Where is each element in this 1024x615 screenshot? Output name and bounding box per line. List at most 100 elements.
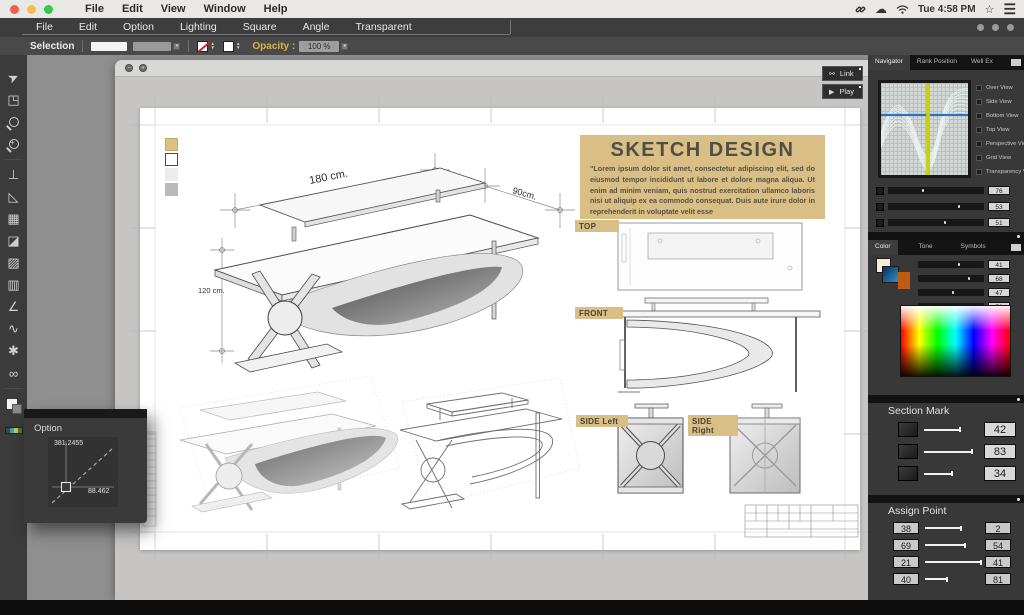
marquee-tool[interactable]: ▦ bbox=[0, 208, 27, 230]
opacity-input[interactable]: 100 % bbox=[299, 41, 339, 52]
checkbox[interactable] bbox=[976, 127, 982, 133]
appmenu-transparent[interactable]: Transparent bbox=[355, 21, 411, 33]
minimize-window-button[interactable] bbox=[27, 5, 36, 14]
play-button[interactable]: ▶ Play bbox=[822, 84, 863, 99]
top-view-drawing[interactable] bbox=[618, 223, 802, 290]
angle-tool[interactable]: ∠ bbox=[0, 296, 27, 318]
slider-line[interactable] bbox=[924, 429, 960, 431]
assign-left-value[interactable]: 69 bbox=[893, 539, 919, 551]
slider-track[interactable] bbox=[888, 219, 984, 226]
view-option-top[interactable]: Top View bbox=[976, 127, 1009, 133]
view-option-perspective[interactable]: Perspective View bbox=[976, 141, 1024, 147]
mark-value[interactable]: 34 bbox=[984, 466, 1016, 481]
link-icon[interactable] bbox=[855, 4, 866, 15]
mark-chip[interactable] bbox=[898, 466, 918, 481]
option-measure-box[interactable] bbox=[48, 437, 118, 507]
stroke-none-swatch[interactable] bbox=[197, 41, 208, 52]
zoom-tool[interactable] bbox=[0, 111, 27, 133]
slider-line[interactable] bbox=[924, 451, 972, 453]
appmenu-lighting[interactable]: Lighting bbox=[180, 21, 217, 33]
checkbox[interactable] bbox=[976, 113, 982, 119]
style-field[interactable] bbox=[91, 42, 127, 51]
sketch-design-text-block[interactable]: SKETCH DESIGN "Lorem ipsum dolor sit ame… bbox=[580, 135, 825, 219]
doc-zoom-out-button[interactable]: − bbox=[125, 64, 133, 72]
zoom-window-button[interactable] bbox=[44, 5, 53, 14]
perspective-drawing[interactable]: 180 cm. 45cm. 90cm. 120 cm. bbox=[198, 153, 575, 372]
artboard-page[interactable]: 180 cm. 45cm. 90cm. 120 cm. bbox=[140, 108, 860, 550]
slider-track[interactable] bbox=[918, 289, 984, 296]
assign-left-value[interactable]: 40 bbox=[893, 573, 919, 585]
mark-value[interactable]: 83 bbox=[984, 444, 1016, 459]
columns-tool[interactable]: ▥ bbox=[0, 274, 27, 296]
document-header[interactable]: − + bbox=[115, 60, 868, 77]
opacity-dropdown-icon[interactable]: ▾ bbox=[341, 43, 348, 50]
tab-tone[interactable]: Tone bbox=[912, 240, 940, 255]
pattern-tool[interactable]: ▨ bbox=[0, 252, 27, 274]
fill-stroke-swatches[interactable] bbox=[0, 393, 27, 419]
checkbox[interactable] bbox=[976, 85, 982, 91]
assign-right-value[interactable]: 81 bbox=[985, 573, 1011, 585]
slider-track[interactable] bbox=[888, 187, 984, 194]
anchor-tool[interactable]: ⊥ bbox=[0, 164, 27, 186]
color-spectrum-picker[interactable] bbox=[900, 305, 1011, 377]
menu-help[interactable]: Help bbox=[264, 3, 288, 15]
appmenu-square[interactable]: Square bbox=[243, 21, 277, 33]
slider-line[interactable] bbox=[925, 527, 961, 529]
view-option-side[interactable]: Side View bbox=[976, 99, 1012, 105]
tab-rank-position[interactable]: Rank Position bbox=[910, 55, 964, 70]
assign-left-value[interactable]: 38 bbox=[893, 522, 919, 534]
tab-color[interactable]: Color bbox=[868, 240, 898, 255]
menu-window[interactable]: Window bbox=[204, 3, 246, 15]
slider-line[interactable] bbox=[925, 578, 947, 580]
slider-value[interactable]: 53 bbox=[988, 202, 1010, 211]
doc-zoom-in-button[interactable]: + bbox=[139, 64, 147, 72]
tab-well-ex[interactable]: Well Ex bbox=[964, 55, 1000, 70]
fill-swatch[interactable] bbox=[223, 41, 234, 52]
color-swatches[interactable] bbox=[876, 258, 916, 304]
slider-track[interactable] bbox=[888, 203, 984, 210]
link-button[interactable]: ⚯ Link bbox=[822, 66, 863, 81]
zoom-area-tool[interactable] bbox=[0, 133, 27, 155]
wave-tool[interactable]: ∿ bbox=[0, 318, 27, 340]
shapes-tool[interactable]: ◳ bbox=[0, 89, 27, 111]
wifi-icon[interactable] bbox=[896, 5, 909, 14]
transform-tool[interactable]: ◪ bbox=[0, 230, 27, 252]
wireframe-sketch-drawing[interactable] bbox=[400, 378, 580, 509]
color-strip[interactable] bbox=[0, 419, 27, 441]
variant-dropdown-icon[interactable]: ▾ bbox=[173, 43, 180, 50]
menu-file[interactable]: File bbox=[85, 3, 104, 15]
option-popup[interactable]: Option 381.2455 88.462 bbox=[24, 409, 147, 523]
slider-track[interactable] bbox=[918, 275, 984, 282]
fill-stepper[interactable]: ▲▼ bbox=[236, 42, 240, 50]
tab-symbols[interactable]: Symbols bbox=[954, 240, 993, 255]
view-option-bottom[interactable]: Bottom View bbox=[976, 113, 1018, 119]
star-icon[interactable]: ☆ bbox=[985, 3, 995, 16]
close-window-button[interactable] bbox=[10, 5, 19, 14]
slider-chip[interactable] bbox=[876, 187, 884, 195]
mark-chip[interactable] bbox=[898, 422, 918, 437]
accent-color-swatch[interactable] bbox=[898, 272, 910, 289]
slider-value[interactable]: 47 bbox=[988, 288, 1010, 297]
assign-left-value[interactable]: 21 bbox=[893, 556, 919, 568]
slider-line[interactable] bbox=[925, 544, 965, 546]
view-option-transparency[interactable]: Transparency View bbox=[976, 169, 1024, 175]
appmenu-angle[interactable]: Angle bbox=[303, 21, 330, 33]
tab-navigator[interactable]: Navigator bbox=[868, 55, 910, 70]
foreground-color-swatch[interactable] bbox=[882, 266, 899, 283]
side-right-drawing[interactable] bbox=[730, 404, 800, 493]
variant-field[interactable] bbox=[133, 42, 171, 51]
mark-chip[interactable] bbox=[898, 444, 918, 459]
slider-value[interactable]: 76 bbox=[988, 186, 1010, 195]
soft-sketch-drawing[interactable] bbox=[180, 376, 400, 512]
appmenu-file[interactable]: File bbox=[36, 21, 53, 33]
ruler-tool[interactable]: ◺ bbox=[0, 186, 27, 208]
checkbox[interactable] bbox=[976, 169, 982, 175]
appmenu-edit[interactable]: Edit bbox=[79, 21, 97, 33]
option-popup-header[interactable] bbox=[24, 409, 147, 418]
chain-tool[interactable]: ∞ bbox=[0, 362, 27, 384]
mark-value[interactable]: 42 bbox=[984, 422, 1016, 437]
cloud-icon[interactable]: ☁ bbox=[875, 4, 887, 14]
clock[interactable]: Tue 4:58 PM bbox=[918, 4, 976, 15]
checkbox[interactable] bbox=[976, 155, 982, 161]
slider-value[interactable]: 68 bbox=[988, 274, 1010, 283]
